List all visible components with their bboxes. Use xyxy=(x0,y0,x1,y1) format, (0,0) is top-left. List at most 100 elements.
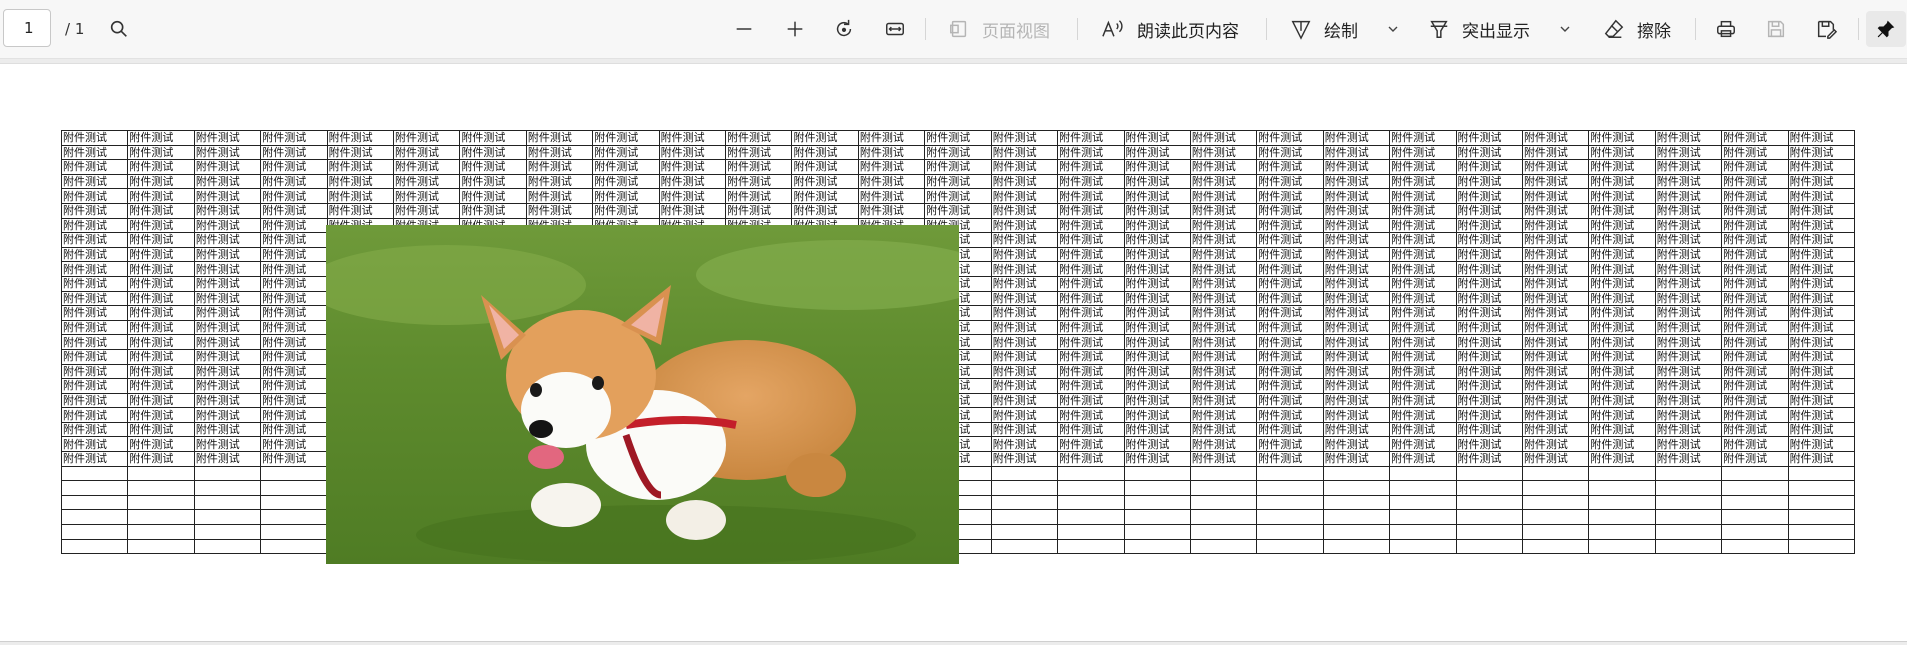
table-cell: 附件测试 xyxy=(60,363,129,380)
table-cell: 附件测试 xyxy=(1189,421,1258,438)
table-cell xyxy=(1588,538,1656,555)
table-cell: 附件测试 xyxy=(1654,261,1723,277)
table-cell: 附件测试 xyxy=(127,130,195,146)
table-cell: 附件测试 xyxy=(1521,451,1590,467)
table-cell: 附件测试 xyxy=(260,232,328,248)
table-cell: 附件测试 xyxy=(1654,392,1723,409)
table-cell: 附件测试 xyxy=(990,232,1059,248)
table-cell xyxy=(990,509,1059,526)
table-cell: 附件测试 xyxy=(393,173,461,190)
table-cell: 附件测试 xyxy=(1189,334,1258,350)
table-cell: 附件测试 xyxy=(1455,159,1523,175)
table-cell: 附件测试 xyxy=(1322,319,1391,336)
table-cell xyxy=(127,465,195,482)
table-cell xyxy=(1588,524,1656,540)
table-cell: 附件测试 xyxy=(1787,392,1856,409)
table-cell: 附件测试 xyxy=(260,246,328,263)
table-cell: 附件测试 xyxy=(1721,421,1789,438)
table-cell: 附件测试 xyxy=(1455,363,1523,380)
table-cell: 附件测试 xyxy=(1123,188,1191,204)
table-cell: 附件测试 xyxy=(326,173,395,190)
document-viewer[interactable]: 附件测试 附件测试 附件测试 附件测试 附件测试 附件测试 附件测试 附件测试 附件测试 附件测试… xyxy=(0,59,1907,645)
zoom-in-button[interactable] xyxy=(779,0,811,58)
table-cell: 附件测试 xyxy=(924,202,992,219)
table-cell: 附件测试 xyxy=(1787,407,1856,423)
table-cell: 附件测试 xyxy=(1654,305,1723,321)
table-cell xyxy=(1787,524,1856,540)
table-cell: 附件测试 xyxy=(525,188,594,204)
table-cell: 附件测试 xyxy=(990,363,1059,380)
page-view-button[interactable]: 页面视图 xyxy=(948,0,1050,58)
table-cell xyxy=(1322,480,1391,496)
table-cell: 附件测试 xyxy=(193,305,262,321)
rotate-button[interactable] xyxy=(828,0,860,58)
table-cell: 附件测试 xyxy=(193,217,262,234)
search-button[interactable] xyxy=(103,0,135,58)
page-number-input[interactable] xyxy=(3,9,51,47)
table-cell: 附件测试 xyxy=(193,451,262,467)
table-cell xyxy=(1588,480,1656,496)
table-cell xyxy=(1654,465,1723,482)
table-cell: 附件测试 xyxy=(127,436,195,453)
table-cell: 附件测试 xyxy=(459,188,527,204)
table-cell: 附件测试 xyxy=(1721,217,1789,234)
table-cell: 附件测试 xyxy=(1123,217,1191,234)
table-cell: 附件测试 xyxy=(127,305,195,321)
table-cell: 附件测试 xyxy=(1721,392,1789,409)
table-cell: 附件测试 xyxy=(1521,188,1590,204)
zoom-out-button[interactable] xyxy=(728,0,760,58)
table-cell xyxy=(1322,465,1391,482)
table-cell: 附件测试 xyxy=(127,217,195,234)
table-cell: 附件测试 xyxy=(1189,202,1258,219)
table-cell: 附件测试 xyxy=(1322,246,1391,263)
erase-button[interactable]: 擦除 xyxy=(1603,0,1671,58)
table-cell: 附件测试 xyxy=(592,144,660,161)
table-cell: 附件测试 xyxy=(725,159,793,175)
table-cell xyxy=(1123,509,1191,526)
table-cell: 附件测试 xyxy=(1057,392,1125,409)
table-cell: 附件测试 xyxy=(1189,261,1258,277)
table-cell: 附件测试 xyxy=(1654,202,1723,219)
table-cell xyxy=(1256,538,1324,555)
table-cell: 附件测试 xyxy=(1057,275,1125,292)
table-cell: 附件测试 xyxy=(127,407,195,423)
highlight-button[interactable]: 突出显示 xyxy=(1428,0,1530,58)
table-cell xyxy=(1521,465,1590,482)
draw-options-dropdown[interactable] xyxy=(1384,0,1402,58)
table-cell: 附件测试 xyxy=(1721,144,1789,161)
table-cell: 附件测试 xyxy=(990,319,1059,336)
table-cell: 附件测试 xyxy=(260,144,328,161)
read-aloud-button[interactable]: 朗读此页内容 xyxy=(1101,0,1239,58)
print-button[interactable] xyxy=(1710,0,1742,58)
table-cell: 附件测试 xyxy=(260,202,328,219)
table-cell: 附件测试 xyxy=(1123,246,1191,263)
table-cell xyxy=(990,524,1059,540)
table-cell: 附件测试 xyxy=(1521,130,1590,146)
table-cell: 附件测试 xyxy=(1521,202,1590,219)
save-button[interactable] xyxy=(1760,0,1792,58)
table-cell: 附件测试 xyxy=(1189,173,1258,190)
table-cell: 附件测试 xyxy=(127,173,195,190)
table-cell: 附件测试 xyxy=(1721,188,1789,204)
fit-width-button[interactable] xyxy=(879,0,911,58)
table-cell: 附件测试 xyxy=(1455,173,1523,190)
table-cell: 附件测试 xyxy=(1654,217,1723,234)
table-cell: 附件测试 xyxy=(725,144,793,161)
table-cell: 附件测试 xyxy=(1588,319,1656,336)
table-cell: 附件测试 xyxy=(1123,392,1191,409)
table-cell: 附件测试 xyxy=(1189,348,1258,365)
table-cell: 附件测试 xyxy=(1787,159,1856,175)
highlight-options-dropdown[interactable] xyxy=(1556,0,1574,58)
table-cell: 附件测试 xyxy=(1588,144,1656,161)
save-as-button[interactable] xyxy=(1810,0,1842,58)
table-cell xyxy=(127,509,195,526)
table-cell xyxy=(193,465,262,482)
table-cell: 附件测试 xyxy=(1322,407,1391,423)
table-row: 附件测试 附件测试 附件测试 附件测试 附件测试 附件测试 附件测试 附件测试 附件测试 附件测试… xyxy=(60,130,1856,146)
table-cell xyxy=(1189,480,1258,496)
table-cell: 附件测试 xyxy=(1256,290,1324,307)
draw-button[interactable]: 绘制 xyxy=(1290,0,1358,58)
table-cell: 附件测试 xyxy=(1455,378,1523,394)
pin-toolbar-button[interactable] xyxy=(1866,11,1906,47)
table-cell xyxy=(1521,538,1590,555)
